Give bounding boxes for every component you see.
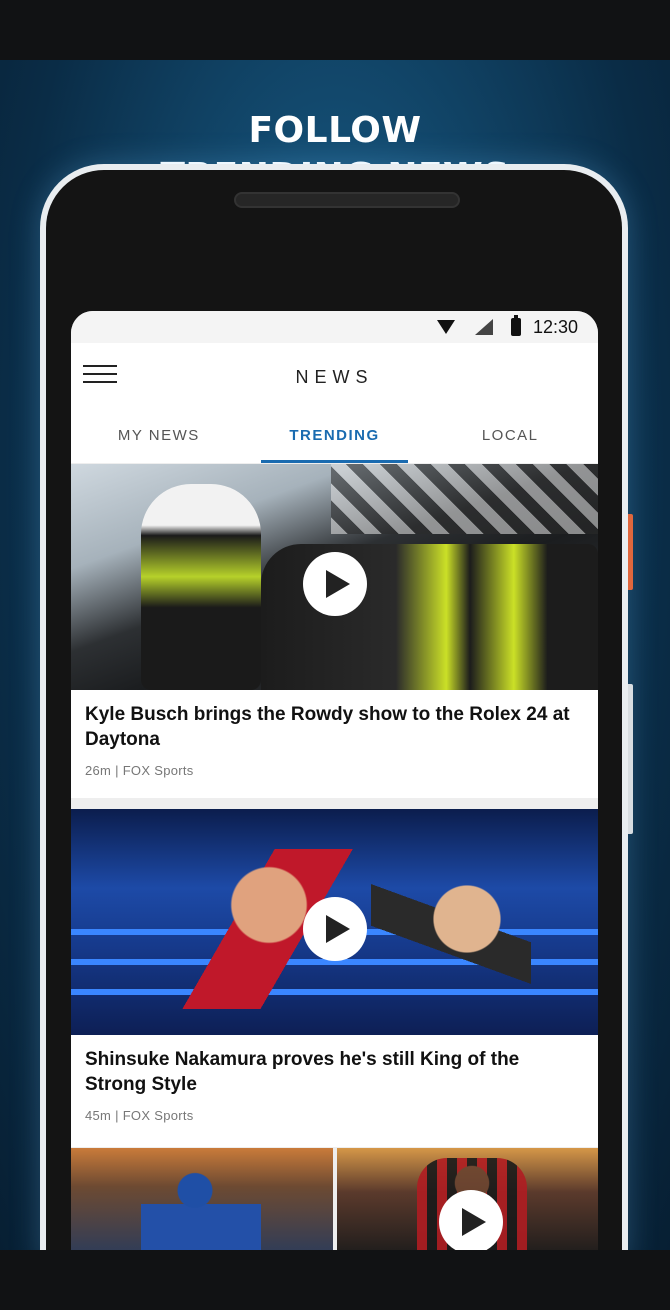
wifi-icon bbox=[436, 320, 455, 334]
tab-my-news[interactable]: MY NEWS bbox=[71, 411, 247, 463]
tab-local[interactable]: LOCAL bbox=[422, 411, 598, 463]
soccer-thumbnail[interactable] bbox=[336, 1148, 598, 1250]
baseball-thumbnail[interactable] bbox=[71, 1148, 333, 1250]
article-title[interactable]: Shinsuke Nakamura proves he's still King… bbox=[85, 1047, 585, 1097]
battery-icon bbox=[510, 315, 521, 336]
app-bar: NEWS bbox=[71, 343, 598, 411]
status-time: 12:30 bbox=[532, 316, 578, 337]
tab-trending[interactable]: TRENDING bbox=[247, 411, 423, 463]
article-meta: 26m | FOX Sports bbox=[85, 763, 194, 778]
phone-volume-button bbox=[628, 684, 633, 834]
bottom-black-bar bbox=[0, 1250, 670, 1310]
play-video-button[interactable] bbox=[303, 897, 367, 961]
thumbnail-row bbox=[71, 1148, 598, 1250]
article-title[interactable]: Kyle Busch brings the Rowdy show to the … bbox=[85, 702, 585, 752]
phone-speaker bbox=[234, 192, 460, 208]
article-card[interactable]: Shinsuke Nakamura proves he's still King… bbox=[71, 809, 598, 1147]
status-bar: 12:30 bbox=[71, 311, 598, 343]
article-image[interactable] bbox=[71, 809, 598, 1035]
app-title: NEWS bbox=[295, 366, 374, 387]
stands-shape bbox=[331, 464, 598, 534]
play-video-button[interactable] bbox=[303, 552, 367, 616]
article-meta: 45m | FOX Sports bbox=[85, 1108, 194, 1123]
hamburger-menu-icon[interactable] bbox=[83, 365, 117, 387]
wrestler-shape bbox=[181, 849, 401, 1009]
phone-screen: 12:30 NEWS MY NEWS TRENDING LOCAL Kyle B… bbox=[71, 311, 598, 1250]
driver-shape bbox=[141, 484, 261, 690]
news-tabs: MY NEWS TRENDING LOCAL bbox=[71, 411, 598, 463]
top-black-bar bbox=[0, 0, 670, 60]
player-shape bbox=[141, 1168, 261, 1250]
article-card[interactable]: Kyle Busch brings the Rowdy show to the … bbox=[71, 464, 598, 798]
signal-icon bbox=[474, 319, 493, 335]
wrestler-shape bbox=[371, 859, 531, 1009]
headline-line-1: FOLLOW bbox=[248, 110, 422, 151]
article-image[interactable] bbox=[71, 464, 598, 690]
play-video-button[interactable] bbox=[438, 1190, 503, 1250]
phone-power-button bbox=[628, 514, 633, 590]
